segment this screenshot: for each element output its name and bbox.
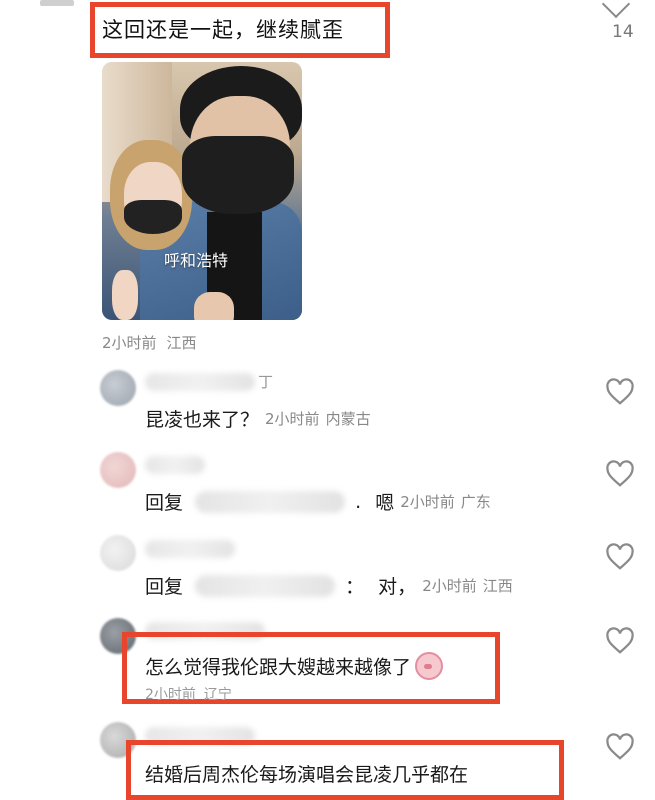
app-logo: [40, 0, 74, 6]
reply-location: 广东: [460, 493, 491, 511]
reply-separator: ：: [345, 576, 365, 598]
comment-photo[interactable]: 呼和浩特: [102, 62, 302, 320]
reply-text: 怎么觉得我伦跟大嫂越来越像了: [145, 656, 412, 679]
reply-time: 2小时前: [265, 410, 320, 428]
reply-row: 回复 ： 对， 2小时前 江西: [145, 572, 513, 599]
reply-row: 回复 . 嗯 2小时前 广东: [145, 488, 491, 515]
reply-to-username-blurred[interactable]: [195, 574, 336, 597]
top-comment-meta: 2小时前 江西: [102, 332, 197, 353]
reply-time: 2小时前: [422, 577, 477, 595]
comment-location: 江西: [166, 334, 197, 352]
reply-time: 2小时前: [400, 493, 455, 511]
heart-icon[interactable]: [605, 543, 635, 571]
avatar[interactable]: [100, 452, 136, 488]
comment-time: 2小时前: [102, 334, 157, 352]
reply-text: 嗯: [375, 492, 395, 514]
like-count: 14: [612, 22, 634, 42]
top-comment-text: 这回还是一起，继续腻歪: [102, 18, 344, 42]
reply-to-username-blurred[interactable]: [195, 490, 346, 513]
reply-row: 怎么觉得我伦跟大嫂越来越像了: [145, 652, 444, 680]
reply-location: 辽宁: [203, 687, 232, 703]
reply-prefix: 回复: [145, 492, 184, 514]
username-blurred[interactable]: [145, 456, 205, 474]
heart-icon[interactable]: [605, 627, 635, 655]
heart-icon[interactable]: [605, 378, 635, 406]
reply-text: 昆凌也来了？: [145, 409, 260, 431]
reply-row: 昆凌也来了？ 2小时前 内蒙古: [145, 405, 371, 432]
reply-row: 结婚后周杰伦每场演唱会昆凌几乎都在: [145, 760, 468, 787]
reply-location: 江西: [482, 577, 513, 595]
chevron-down-icon[interactable]: [601, 0, 631, 19]
heart-icon[interactable]: [605, 733, 635, 761]
photo-caption: 呼和浩特: [164, 251, 229, 270]
heart-icon[interactable]: [605, 460, 635, 488]
username-blurred[interactable]: [145, 540, 235, 558]
username-fragment: 丁: [258, 373, 274, 391]
reply-meta: 2小时前 辽宁: [145, 684, 232, 704]
reply-text: 结婚后周杰伦每场演唱会昆凌几乎都在: [145, 764, 469, 786]
reply-time: 2小时前: [145, 687, 196, 703]
reply-separator: .: [355, 490, 362, 513]
avatar[interactable]: [100, 370, 136, 406]
reply-text: 对，: [378, 576, 417, 598]
username-blurred[interactable]: [145, 373, 255, 391]
reply-location: 内蒙古: [325, 410, 371, 428]
reply-prefix: 回复: [145, 576, 184, 598]
avatar[interactable]: [100, 535, 136, 571]
pig-emoji-icon: [415, 652, 444, 680]
